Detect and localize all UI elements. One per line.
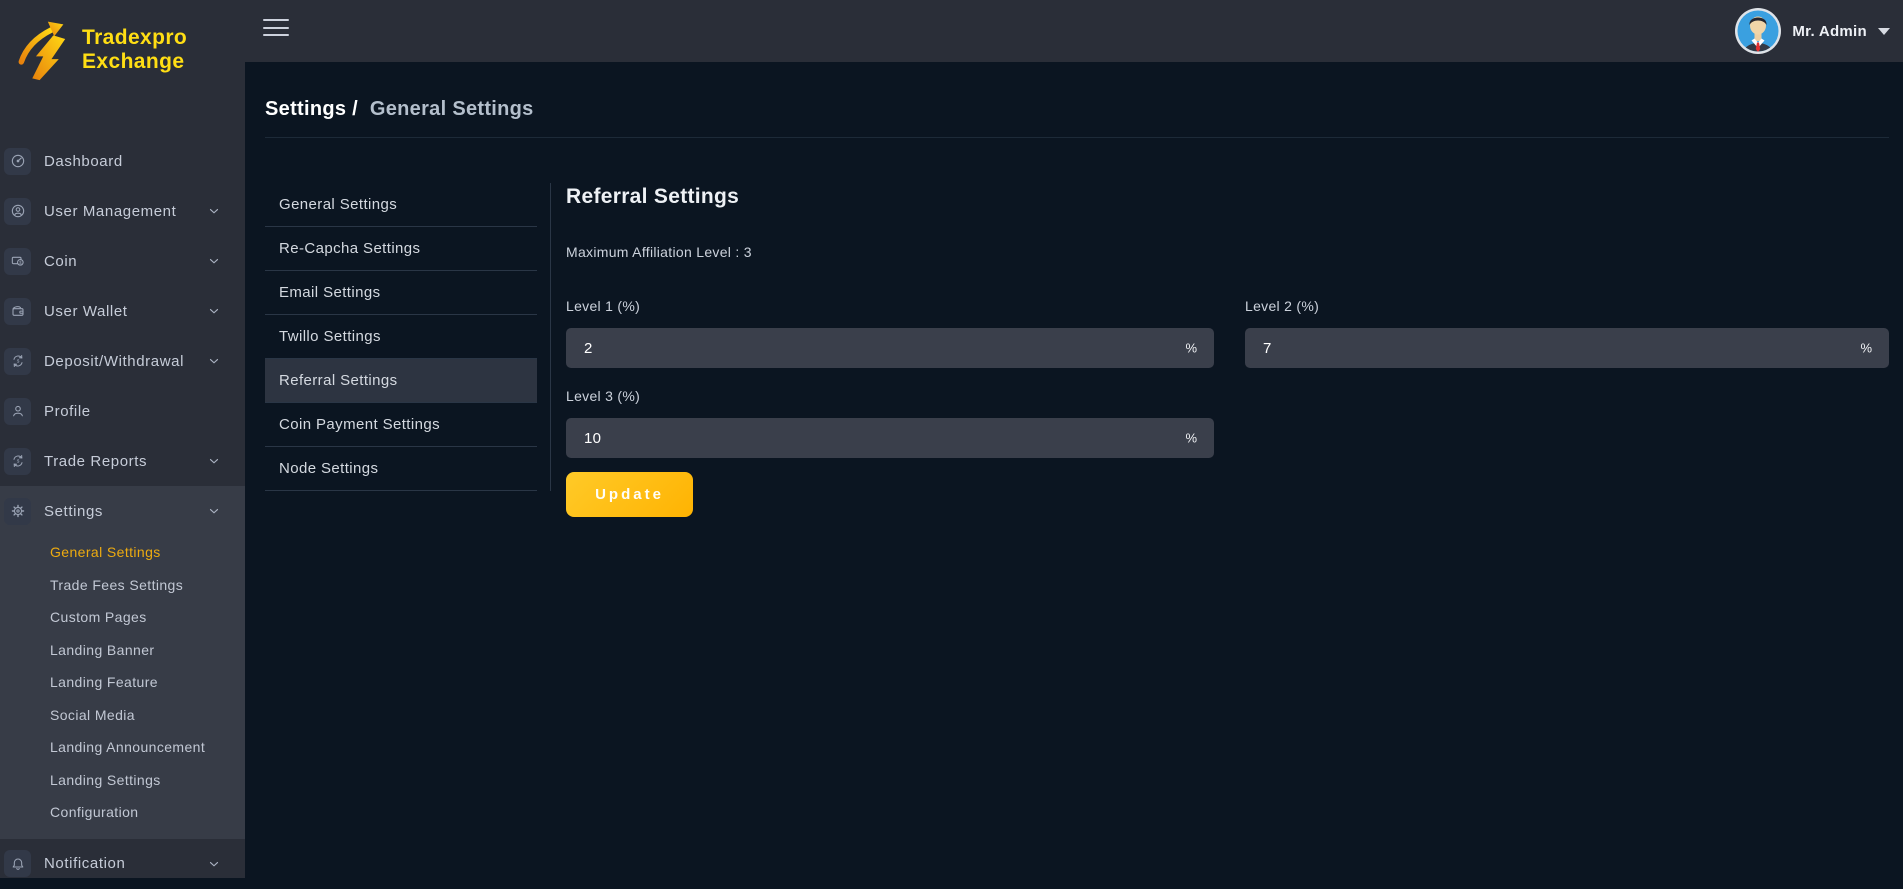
sidebar-item-label: Profile <box>44 403 221 420</box>
sidebar-subitem-general-settings[interactable]: General Settings <box>0 536 245 569</box>
breadcrumb-current: General Settings <box>370 98 534 120</box>
dashboard-icon <box>4 148 31 175</box>
chevron-down-icon <box>207 504 221 518</box>
bell-icon <box>4 850 31 877</box>
sidebar-subitem-landing-settings[interactable]: Landing Settings <box>0 764 245 797</box>
sidebar-item-deposit-withdrawal[interactable]: $ Deposit/Withdrawal <box>0 336 245 386</box>
sidebar-subitem-social-media[interactable]: Social Media <box>0 699 245 732</box>
brand-logo-icon <box>14 18 78 82</box>
sidebar-item-user-wallet[interactable]: User Wallet <box>0 286 245 336</box>
sidebar-item-label: Deposit/Withdrawal <box>44 353 207 370</box>
max-affiliation-text: Maximum Affiliation Level : 3 <box>566 244 1889 260</box>
referral-settings-panel: Referral Settings Maximum Affiliation Le… <box>566 185 1889 517</box>
sidebar-item-label: Dashboard <box>44 153 221 170</box>
level-1-input[interactable] <box>566 328 1214 368</box>
chevron-down-icon <box>207 454 221 468</box>
referral-fields: Level 1 (%) % Level 2 (%) % Level 3 (%) … <box>566 298 1889 458</box>
brand-name-line2: Exchange <box>82 50 187 74</box>
sidebar-subitem-landing-feature[interactable]: Landing Feature <box>0 666 245 699</box>
brand-logo[interactable]: Tradexpro Exchange <box>0 0 245 100</box>
sidebar-item-label: User Wallet <box>44 303 207 320</box>
sidebar-subitem-configuration[interactable]: Configuration <box>0 796 245 829</box>
chevron-down-icon <box>207 304 221 318</box>
level-1-field: Level 1 (%) % <box>566 298 1214 368</box>
chevron-down-icon <box>207 204 221 218</box>
sidebar-item-profile[interactable]: Profile <box>0 386 245 436</box>
level-3-label: Level 3 (%) <box>566 388 1214 404</box>
breadcrumb-section: Settings / <box>265 98 358 120</box>
svg-text:$: $ <box>16 459 19 464</box>
level-1-label: Level 1 (%) <box>566 298 1214 314</box>
sidebar-item-label: Coin <box>44 253 207 270</box>
tab-general-settings[interactable]: General Settings <box>265 183 537 227</box>
user-menu[interactable]: Mr. Admin <box>1735 0 1890 62</box>
update-button[interactable]: Update <box>566 472 693 517</box>
level-2-field: Level 2 (%) % <box>1245 298 1889 368</box>
tab-email-settings[interactable]: Email Settings <box>265 271 537 315</box>
sidebar-item-label: Settings <box>44 503 207 520</box>
sidebar-item-coin[interactable]: $ Coin <box>0 236 245 286</box>
sidebar: Tradexpro Exchange Dashboard User Manage… <box>0 0 245 878</box>
sidebar-subitem-landing-banner[interactable]: Landing Banner <box>0 634 245 667</box>
chevron-down-icon <box>207 254 221 268</box>
breadcrumb-divider <box>265 137 1889 138</box>
sidebar-subitem-landing-announcement[interactable]: Landing Announcement <box>0 731 245 764</box>
user-menu-caret-icon <box>1878 28 1890 35</box>
sidebar-nav: Dashboard User Management $ Coin <box>0 136 245 889</box>
sidebar-settings-group: Settings General Settings Trade Fees Set… <box>0 486 245 839</box>
sidebar-item-trade-reports[interactable]: $ Trade Reports <box>0 436 245 486</box>
sidebar-item-dashboard[interactable]: Dashboard <box>0 136 245 186</box>
percent-suffix: % <box>1860 341 1872 356</box>
sidebar-item-notification[interactable]: Notification <box>0 839 245 889</box>
sidebar-subitem-custom-pages[interactable]: Custom Pages <box>0 601 245 634</box>
svg-text:$: $ <box>16 359 19 364</box>
sidebar-item-settings[interactable]: Settings <box>0 486 245 536</box>
profile-icon <box>4 398 31 425</box>
sidebar-item-label: User Management <box>44 203 207 220</box>
wallet-icon <box>4 298 31 325</box>
sidebar-subitem-trade-fees-settings[interactable]: Trade Fees Settings <box>0 569 245 602</box>
settings-submenu: General Settings Trade Fees Settings Cus… <box>0 536 245 829</box>
settings-icon <box>4 498 31 525</box>
tab-referral-settings[interactable]: Referral Settings <box>265 359 537 403</box>
topbar: Mr. Admin <box>0 0 1903 62</box>
trade-reports-icon: $ <box>4 448 31 475</box>
level-2-input[interactable] <box>1245 328 1889 368</box>
coin-icon: $ <box>4 248 31 275</box>
brand-name-line1: Tradexpro <box>82 26 187 50</box>
user-management-icon <box>4 198 31 225</box>
tab-coin-payment-settings[interactable]: Coin Payment Settings <box>265 403 537 447</box>
percent-suffix: % <box>1185 341 1197 356</box>
chevron-down-icon <box>207 354 221 368</box>
panel-title: Referral Settings <box>566 185 1889 209</box>
breadcrumb: Settings / General Settings <box>265 98 534 121</box>
settings-tab-list: General Settings Re-Capcha Settings Emai… <box>265 183 551 491</box>
sidebar-item-user-management[interactable]: User Management <box>0 186 245 236</box>
level-3-input[interactable] <box>566 418 1214 458</box>
avatar <box>1735 8 1781 54</box>
tab-node-settings[interactable]: Node Settings <box>265 447 537 491</box>
sidebar-item-label: Trade Reports <box>44 453 207 470</box>
tab-recapcha-settings[interactable]: Re-Capcha Settings <box>265 227 537 271</box>
percent-suffix: % <box>1185 431 1197 446</box>
tab-twillo-settings[interactable]: Twillo Settings <box>265 315 537 359</box>
deposit-withdrawal-icon: $ <box>4 348 31 375</box>
user-name: Mr. Admin <box>1792 23 1867 40</box>
hamburger-menu-icon[interactable] <box>263 19 289 39</box>
chevron-down-icon <box>207 857 221 871</box>
level-3-field: Level 3 (%) % <box>566 388 1214 458</box>
level-2-label: Level 2 (%) <box>1245 298 1889 314</box>
main-content: Settings / General Settings General Sett… <box>245 62 1903 878</box>
sidebar-item-label: Notification <box>44 855 207 872</box>
